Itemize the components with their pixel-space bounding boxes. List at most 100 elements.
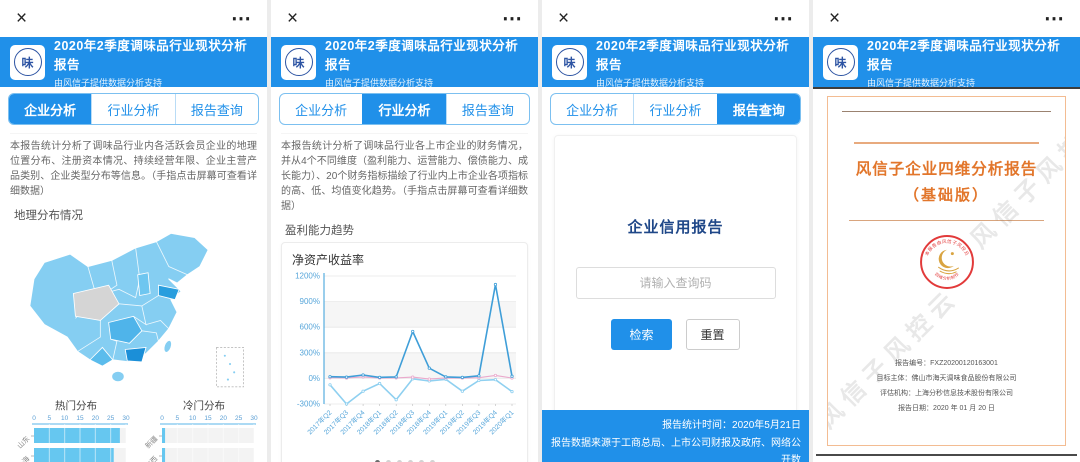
tab-industry[interactable]: 行业分析 — [633, 94, 716, 124]
credit-report-title: 企业信用报告 — [627, 216, 723, 237]
tab-bar: 企业分析 行业分析 报告查询 — [550, 93, 801, 125]
certificate-cover: 风信子企业四维分析报告 （基础版） 本报告由风信子风控云 四维分析制作 — [827, 96, 1066, 446]
certificate-edition: （基础版） — [828, 184, 1065, 205]
roe-chart-title: 净资产收益率 — [292, 251, 521, 268]
province-hainan — [112, 371, 124, 381]
titlebar: × ⋯ — [271, 0, 538, 37]
svg-text:25: 25 — [107, 415, 115, 422]
svg-text:1200%: 1200% — [295, 272, 320, 281]
certificate-title: 风信子企业四维分析报告 — [828, 157, 1065, 179]
search-button[interactable]: 检索 — [611, 319, 671, 350]
tab-query[interactable]: 报告查询 — [717, 94, 800, 124]
tab-bar: 企业分析 行业分析 报告查询 — [279, 93, 530, 125]
close-icon[interactable]: × — [287, 9, 298, 28]
svg-text:25: 25 — [235, 415, 243, 422]
query-code-input[interactable] — [576, 267, 776, 299]
footer-stat-time: 报告统计时间：2020年5月21日 — [550, 417, 801, 435]
app-logo: 味 — [10, 45, 45, 80]
svg-text:15: 15 — [76, 415, 84, 422]
cold-distribution-title: 冷门分布 — [136, 398, 258, 412]
cold-distribution-chart[interactable]: 051015202530新疆广西 — [136, 412, 258, 462]
report-title: 2020年2季度调味品行业现状分析报告 — [54, 35, 257, 73]
svg-text:5: 5 — [176, 415, 180, 422]
page-bottom-edge — [816, 454, 1077, 456]
svg-text:900%: 900% — [300, 297, 320, 306]
tab-enterprise[interactable]: 企业分析 — [280, 94, 362, 124]
red-stamp-icon: 本报告由风信子风控云 四维分析制作 — [918, 233, 976, 291]
distribution-charts: 热门分布 051015202530山东上海广东 冷门分布 05101520253… — [0, 398, 267, 462]
cover-rule-upper — [854, 142, 1039, 144]
tab-enterprise[interactable]: 企业分析 — [551, 94, 633, 124]
province-guangdong — [125, 347, 146, 362]
logo-seal-icon: 味 — [285, 48, 313, 76]
svg-text:0%: 0% — [308, 374, 320, 383]
panel-industry-analysis: × ⋯ 味 2020年2季度调味品行业现状分析报告 由风信子提供数据分析支持 企… — [271, 0, 538, 462]
close-icon[interactable]: × — [829, 9, 840, 28]
report-subtitle: 由风信子提供数据分析支持 — [325, 76, 528, 89]
tab-industry[interactable]: 行业分析 — [91, 94, 174, 124]
report-number: 报告编号：FXZ20200120163001 — [828, 356, 1065, 371]
more-menu-icon[interactable]: ⋯ — [1044, 9, 1064, 29]
close-icon[interactable]: × — [558, 9, 569, 28]
china-map-svg[interactable] — [10, 225, 255, 391]
cover-rule-top — [842, 111, 1051, 112]
hot-distribution-chart[interactable]: 051015202530山东上海广东 — [8, 412, 130, 462]
report-header: 味 2020年2季度调味品行业现状分析报告 由风信子提供数据分析支持 — [813, 37, 1080, 87]
svg-text:0: 0 — [160, 415, 164, 422]
evaluation-agency: 评估机构：上海分秒信息技术股份有限公司 — [828, 386, 1065, 401]
panel-enterprise-analysis: × ⋯ 味 2020年2季度调味品行业现状分析报告 由风信子提供数据分析支持 企… — [0, 0, 267, 462]
svg-text:山东: 山东 — [15, 434, 31, 450]
tab-query[interactable]: 报告查询 — [175, 94, 258, 124]
tab-query[interactable]: 报告查询 — [446, 94, 529, 124]
svg-text:0: 0 — [32, 415, 36, 422]
app-logo: 味 — [823, 45, 858, 80]
tab-bar: 企业分析 行业分析 报告查询 — [8, 93, 259, 125]
province-taiwan — [163, 339, 173, 353]
titlebar: × ⋯ — [542, 0, 809, 37]
roe-chart-card: 净资产收益率 1200%900%600%300%0%-300%2017年Q220… — [281, 242, 528, 462]
svg-text:10: 10 — [189, 415, 197, 422]
close-icon[interactable]: × — [16, 9, 27, 28]
page: × ⋯ 味 2020年2季度调味品行业现状分析报告 由风信子提供数据分析支持 企… — [0, 0, 1080, 462]
svg-text:上海: 上海 — [15, 454, 31, 462]
target-entity: 目标主体：佛山市海天调味食品股份有限公司 — [828, 371, 1065, 386]
app-logo: 味 — [552, 45, 587, 80]
credit-report-card: 企业信用报告 检索 重置 — [554, 135, 797, 443]
roe-line-chart[interactable]: 1200%900%600%300%0%-300%2017年Q22017年Q320… — [288, 270, 521, 449]
svg-text:300%: 300% — [300, 348, 320, 357]
report-header: 味 2020年2季度调味品行业现状分析报告 由风信子提供数据分析支持 — [0, 37, 267, 87]
reset-button[interactable]: 重置 — [686, 319, 740, 350]
tab-industry[interactable]: 行业分析 — [362, 94, 445, 124]
titlebar: × ⋯ — [0, 0, 267, 37]
titlebar: × ⋯ — [813, 0, 1080, 37]
carousel-pager[interactable] — [288, 449, 521, 462]
svg-text:-300%: -300% — [297, 400, 320, 409]
more-menu-icon[interactable]: ⋯ — [231, 9, 251, 29]
china-map[interactable] — [10, 225, 257, 396]
svg-text:20: 20 — [92, 415, 100, 422]
province-shanxi — [138, 273, 150, 296]
logo-seal-icon: 味 — [14, 48, 42, 76]
report-title: 2020年2季度调味品行业现状分析报告 — [325, 35, 528, 73]
svg-text:30: 30 — [250, 415, 258, 422]
more-menu-icon[interactable]: ⋯ — [773, 9, 793, 29]
tab-enterprise[interactable]: 企业分析 — [9, 94, 91, 124]
more-menu-icon[interactable]: ⋯ — [502, 9, 522, 29]
section-title-geo: 地理分布情况 — [14, 207, 267, 223]
report-header: 味 2020年2季度调味品行业现状分析报告 由风信子提供数据分析支持 — [271, 37, 538, 87]
logo-seal-icon: 味 — [556, 48, 584, 76]
logo-seal-icon: 味 — [827, 48, 855, 76]
query-buttons: 检索 重置 — [611, 319, 739, 350]
footer-data-source: 报告数据来源于工商总局、上市公司财报及政府、网络公开数 — [550, 435, 801, 462]
svg-text:30: 30 — [122, 415, 130, 422]
svg-text:20: 20 — [220, 415, 228, 422]
panel-report-cover: × ⋯ 味 2020年2季度调味品行业现状分析报告 由风信子提供数据分析支持 风… — [813, 0, 1080, 462]
svg-text:15: 15 — [204, 415, 212, 422]
svg-text:5: 5 — [48, 415, 52, 422]
hot-distribution-title: 热门分布 — [8, 398, 130, 412]
report-footer: 报告统计时间：2020年5月21日 报告数据来源于工商总局、上市公司财报及政府、… — [542, 410, 809, 462]
app-logo: 味 — [281, 45, 316, 80]
report-subtitle: 由风信子提供数据分析支持 — [867, 76, 1070, 89]
map-base — [30, 233, 208, 366]
report-title: 2020年2季度调味品行业现状分析报告 — [596, 35, 799, 73]
